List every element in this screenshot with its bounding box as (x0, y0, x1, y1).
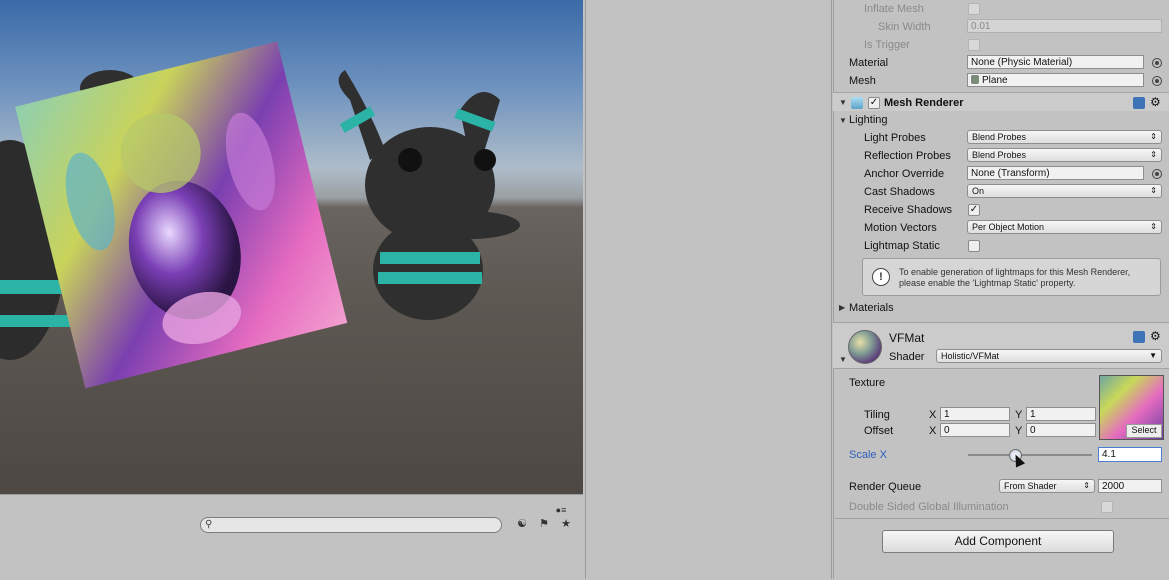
offset-y-field[interactable]: 0 (1026, 423, 1096, 437)
help-book-icon[interactable] (1133, 97, 1145, 109)
receive-shadows-checkbox[interactable]: ✓ (968, 204, 980, 216)
mesh-field[interactable]: Plane (967, 73, 1144, 87)
tag-icon[interactable]: ⚑ (535, 516, 553, 532)
lightmap-static-label: Lightmap Static (864, 240, 940, 252)
foldout-arrow-icon[interactable]: ▼ (839, 98, 847, 107)
search-input[interactable]: ⚲ (200, 517, 502, 533)
mesh-renderer-enabled-checkbox[interactable]: ✓ (868, 97, 880, 109)
scale-x-slider[interactable] (968, 454, 1092, 456)
offset-label: Offset (864, 425, 894, 437)
scale-x-field[interactable]: 4.1 (1098, 447, 1162, 462)
help-text: To enable generation of lightmaps for th… (899, 267, 1131, 288)
help-book-icon[interactable] (1133, 331, 1145, 343)
scene-render (0, 41, 520, 389)
hierarchy-panel (585, 0, 832, 579)
mesh-renderer-title: Mesh Renderer (884, 97, 964, 109)
lighting-foldout[interactable]: Lighting (849, 114, 888, 126)
shader-label: Shader (889, 351, 925, 363)
double-sided-gi-checkbox[interactable] (1101, 501, 1113, 513)
tiling-x-field[interactable]: 1 (940, 407, 1010, 421)
texture-label: Texture (849, 377, 886, 389)
mesh-icon (971, 75, 979, 84)
skin-width-label: Skin Width (878, 21, 931, 33)
texture-select-button[interactable]: Select (1126, 424, 1162, 438)
reflection-probes-label: Reflection Probes (864, 150, 951, 162)
offset-y-label: Y (1015, 425, 1023, 437)
tiling-y-label: Y (1015, 409, 1023, 421)
motion-vectors-dropdown[interactable]: Per Object Motion ⇕ (967, 220, 1162, 234)
double-sided-gi-label: Double Sided Global Illumination (849, 501, 1009, 513)
layers-icon[interactable]: ☯ (513, 516, 531, 532)
gear-icon[interactable]: ⚙ (1150, 329, 1161, 343)
object-picker-icon[interactable] (1152, 58, 1162, 68)
divider (833, 518, 1169, 519)
texture-slot[interactable]: Select (1099, 375, 1164, 440)
render-queue-label: Render Queue (849, 481, 922, 493)
is-trigger-label: Is Trigger (864, 39, 910, 51)
object-picker-icon[interactable] (1152, 76, 1162, 86)
offset-x-label: X (929, 425, 937, 437)
warning-icon: ! (872, 268, 890, 286)
render-queue-field[interactable]: 2000 (1098, 479, 1162, 493)
lightmap-static-checkbox[interactable] (968, 240, 980, 252)
material-label: Material (849, 57, 889, 69)
scale-x-label: Scale X (849, 449, 887, 461)
physic-material-field[interactable]: None (Physic Material) (967, 55, 1144, 69)
tiling-y-field[interactable]: 1 (1026, 407, 1096, 421)
star-icon[interactable]: ★ (557, 516, 575, 532)
object-picker-icon[interactable] (1152, 169, 1162, 179)
help-box: ! To enable generation of lightmaps for … (862, 258, 1161, 296)
is-trigger-checkbox[interactable] (968, 39, 980, 51)
mesh-label: Mesh (849, 75, 876, 87)
cast-shadows-dropdown[interactable]: On ⇕ (967, 184, 1162, 198)
mesh-renderer-icon (851, 97, 863, 109)
skin-width-field[interactable]: 0.01 (967, 19, 1162, 33)
reflection-probes-dropdown[interactable]: Blend Probes ⇕ (967, 148, 1162, 162)
scene-toolbar (0, 494, 583, 580)
scene-view[interactable] (0, 0, 583, 494)
anchor-override-field[interactable]: None (Transform) (967, 166, 1144, 180)
materials-foldout[interactable]: Materials (849, 302, 894, 314)
foldout-arrow-icon[interactable]: ▼ (839, 355, 847, 364)
material-name: VFMat (889, 331, 925, 345)
tiling-x-label: X (929, 409, 937, 421)
foldout-collapsed-icon[interactable]: ▶ (839, 303, 845, 312)
anchor-override-label: Anchor Override (864, 168, 945, 180)
search-icon: ⚲ (205, 519, 213, 530)
divider (833, 368, 1169, 369)
foldout-arrow-icon[interactable]: ▼ (839, 116, 847, 125)
tiling-label: Tiling (864, 409, 890, 421)
gear-icon[interactable]: ⚙ (1150, 95, 1161, 109)
material-preview-icon (848, 330, 882, 364)
render-queue-mode-dropdown[interactable]: From Shader ⇕ (999, 479, 1095, 493)
shader-dropdown[interactable]: Holistic/VFMat ▼ (936, 349, 1162, 363)
inflate-mesh-checkbox[interactable] (968, 3, 980, 15)
motion-vectors-label: Motion Vectors (864, 222, 937, 234)
offset-x-field[interactable]: 0 (940, 423, 1010, 437)
add-component-button[interactable]: Add Component (882, 530, 1114, 553)
light-probes-dropdown[interactable]: Blend Probes ⇕ (967, 130, 1162, 144)
receive-shadows-label: Receive Shadows (864, 204, 953, 216)
cast-shadows-label: Cast Shadows (864, 186, 935, 198)
inflate-mesh-label: Inflate Mesh (864, 3, 924, 15)
light-probes-label: Light Probes (864, 132, 926, 144)
lock-icon[interactable]: ●≡ (552, 502, 570, 518)
